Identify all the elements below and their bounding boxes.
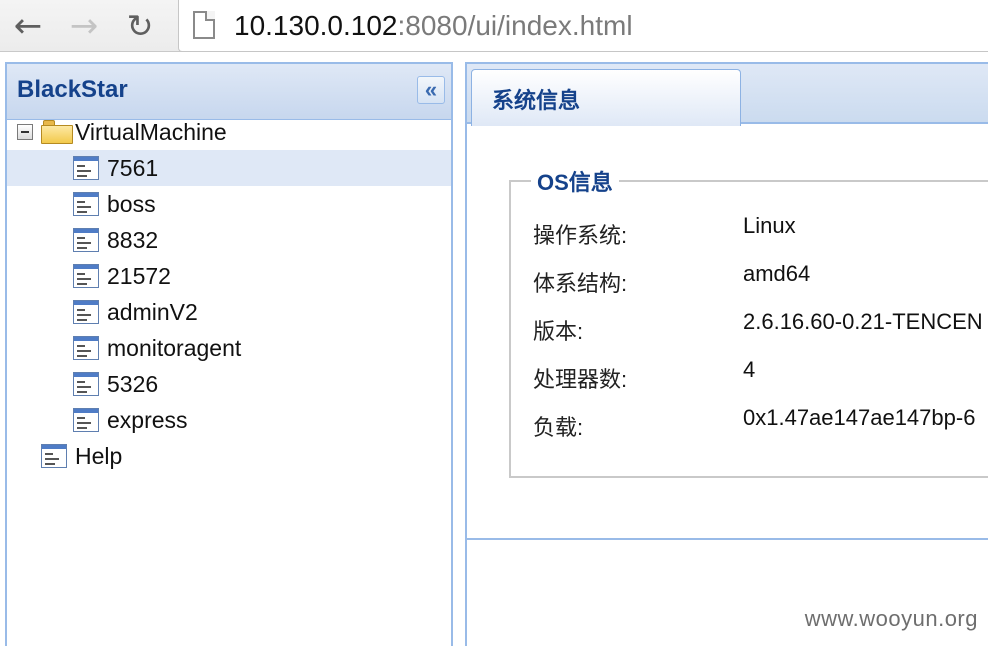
- center-panel: 系统信息 OS信息 操作系统: Linux 体系结构: amd64 版本: 2.…: [465, 62, 988, 646]
- tree-node-monitoragent[interactable]: monitoragent: [7, 330, 451, 366]
- reload-icon[interactable]: ↻: [120, 6, 160, 46]
- info-value: 2.6.16.60-0.21-TENCEN: [743, 309, 983, 334]
- west-panel-title: BlackStar: [17, 76, 128, 103]
- collapse-toggle-icon[interactable]: [17, 124, 33, 140]
- tab-system-info[interactable]: 系统信息: [471, 69, 741, 126]
- info-value: amd64: [743, 261, 811, 286]
- tab-label: 系统信息: [492, 88, 581, 113]
- tree-node-21572[interactable]: 21572: [7, 258, 451, 294]
- url-host: 10.130.0.102: [234, 10, 398, 41]
- info-value: 4: [743, 357, 756, 382]
- tree-node-adminv2[interactable]: adminV2: [7, 294, 451, 330]
- tree-node-label: adminV2: [107, 298, 198, 325]
- tree-node-help[interactable]: Help: [7, 438, 451, 474]
- leaf-node-icon: [73, 264, 99, 288]
- back-arrow-icon[interactable]: ←: [8, 6, 48, 46]
- os-info-fieldset: OS信息 操作系统: Linux 体系结构: amd64 版本: 2.6.16.…: [509, 165, 988, 478]
- tree-node-express[interactable]: express: [7, 402, 451, 438]
- info-key: 体系结构:: [533, 271, 628, 296]
- tree-node-label: 21572: [107, 262, 171, 289]
- tree-node-label: 7561: [107, 154, 159, 181]
- info-value: 0x1.47ae147ae147bp-6: [743, 405, 976, 430]
- info-key: 负载:: [533, 415, 584, 440]
- tree-node-5326[interactable]: 5326: [7, 366, 451, 402]
- leaf-node-icon: [73, 336, 99, 360]
- info-row-os: 操作系统: Linux: [533, 213, 988, 252]
- tree-node-label: express: [107, 406, 188, 433]
- info-key: 处理器数:: [533, 367, 628, 392]
- url-path: :8080/ui/index.html: [397, 10, 633, 41]
- leaf-node-icon: [73, 408, 99, 432]
- west-panel: BlackStar « VirtualMachine 7561 boss 883…: [5, 62, 453, 646]
- browser-toolbar: ← → ↻ 10.130.0.102:8080/ui/index.html: [0, 0, 988, 52]
- info-row-arch: 体系结构: amd64: [533, 261, 988, 300]
- leaf-node-icon: [73, 372, 99, 396]
- vm-tree: VirtualMachine 7561 boss 8832 21572 admi…: [7, 114, 451, 474]
- info-row-load: 负载: 0x1.47ae147ae147bp-6: [533, 405, 988, 444]
- tree-node-7561[interactable]: 7561: [7, 150, 451, 186]
- tree-node-8832[interactable]: 8832: [7, 222, 451, 258]
- tab-content: OS信息 操作系统: Linux 体系结构: amd64 版本: 2.6.16.…: [467, 124, 988, 540]
- address-bar[interactable]: 10.130.0.102:8080/ui/index.html: [178, 0, 988, 52]
- watermark: www.wooyun.org: [804, 606, 978, 631]
- folder-open-icon: [41, 120, 73, 144]
- os-info-legend: OS信息: [531, 165, 619, 197]
- forward-arrow-icon[interactable]: →: [64, 6, 104, 46]
- url-text: 10.130.0.102:8080/ui/index.html: [234, 10, 633, 42]
- leaf-node-icon: [73, 192, 99, 216]
- tree-node-label: VirtualMachine: [75, 118, 227, 145]
- info-row-cpus: 处理器数: 4: [533, 357, 988, 396]
- tree-node-label: monitoragent: [107, 334, 242, 361]
- tree-node-boss[interactable]: boss: [7, 186, 451, 222]
- page-icon: [193, 11, 215, 39]
- info-key: 版本:: [533, 319, 584, 344]
- info-row-version: 版本: 2.6.16.60-0.21-TENCEN: [533, 309, 988, 348]
- west-panel-header: BlackStar «: [7, 64, 451, 120]
- leaf-node-icon: [41, 444, 67, 468]
- info-value: Linux: [743, 213, 796, 238]
- leaf-node-icon: [73, 156, 99, 180]
- tree-node-label: boss: [107, 190, 156, 217]
- tree-node-label: 5326: [107, 370, 159, 397]
- tree-node-label: Help: [75, 442, 123, 469]
- leaf-node-icon: [73, 300, 99, 324]
- collapse-panel-button[interactable]: «: [417, 76, 445, 104]
- leaf-node-icon: [73, 228, 99, 252]
- tab-strip: 系统信息: [467, 64, 988, 126]
- info-key: 操作系统:: [533, 223, 628, 248]
- tree-node-label: 8832: [107, 226, 159, 253]
- tree-node-virtualmachine[interactable]: VirtualMachine: [7, 114, 451, 150]
